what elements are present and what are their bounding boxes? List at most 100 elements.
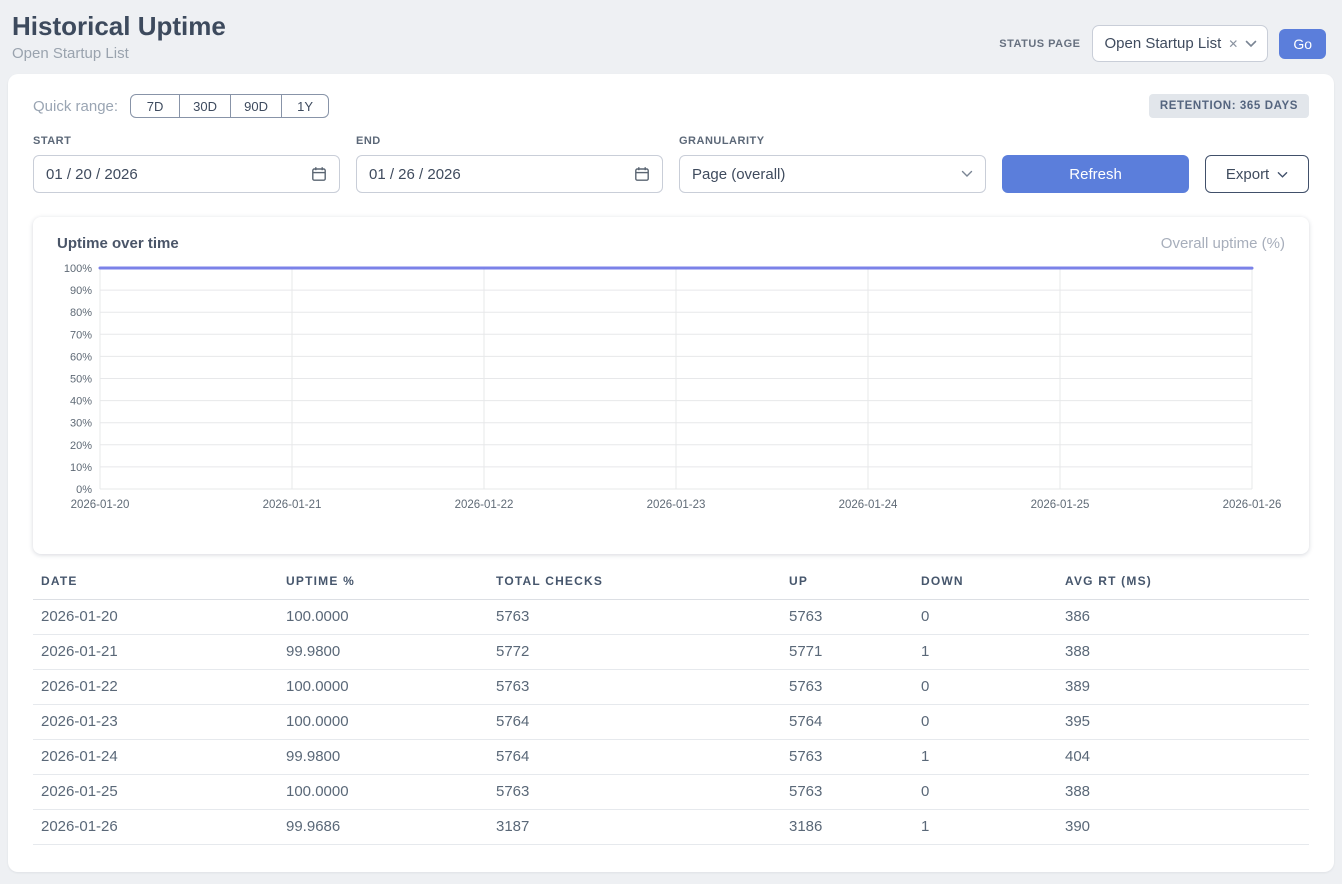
chevron-down-icon xyxy=(1277,166,1288,183)
column-header-date: DATE xyxy=(33,568,278,600)
table-cell: 2026-01-25 xyxy=(33,775,278,810)
uptime-table-body: 2026-01-20100.00005763576303862026-01-21… xyxy=(33,600,1309,845)
page-title: Historical Uptime xyxy=(12,11,226,42)
table-row: 2026-01-23100.0000576457640395 xyxy=(33,705,1309,740)
end-date-input[interactable]: 01 / 26 / 2026 xyxy=(356,155,663,193)
granularity-select[interactable]: Page (overall) xyxy=(679,155,986,193)
status-page-select[interactable]: Open Startup List ✕ xyxy=(1092,25,1269,62)
table-cell: 0 xyxy=(913,600,1057,635)
uptime-table: DATE UPTIME % TOTAL CHECKS UP DOWN AVG R… xyxy=(33,568,1309,845)
table-row: 2026-01-22100.0000576357630389 xyxy=(33,670,1309,705)
table-cell: 5772 xyxy=(488,635,781,670)
quick-range-1y-button[interactable]: 1Y xyxy=(281,94,329,118)
chart-title: Uptime over time xyxy=(57,235,179,252)
table-cell: 5764 xyxy=(488,705,781,740)
table-cell: 2026-01-21 xyxy=(33,635,278,670)
svg-text:10%: 10% xyxy=(70,462,92,474)
table-cell: 0 xyxy=(913,670,1057,705)
column-header-uptime: UPTIME % xyxy=(278,568,488,600)
chart-header: Uptime over time Overall uptime (%) xyxy=(45,235,1297,252)
table-row: 2026-01-20100.0000576357630386 xyxy=(33,600,1309,635)
table-cell: 100.0000 xyxy=(278,600,488,635)
table-cell: 5763 xyxy=(488,670,781,705)
title-block: Historical Uptime Open Startup List xyxy=(12,11,226,62)
chevron-down-icon xyxy=(1245,35,1257,53)
table-cell: 3187 xyxy=(488,810,781,845)
table-cell: 5763 xyxy=(488,600,781,635)
refresh-button[interactable]: Refresh xyxy=(1002,155,1189,193)
table-cell: 2026-01-24 xyxy=(33,740,278,775)
start-date-value: 01 / 20 / 2026 xyxy=(46,166,138,183)
table-row: 2026-01-2699.9686318731861390 xyxy=(33,810,1309,845)
svg-text:80%: 80% xyxy=(70,307,92,319)
main-card: Quick range: 7D 30D 90D 1Y RETENTION: 36… xyxy=(8,74,1334,872)
svg-text:90%: 90% xyxy=(70,285,92,297)
filters-row: START 01 / 20 / 2026 END 01 / 26 / 2026 … xyxy=(33,135,1309,193)
svg-text:20%: 20% xyxy=(70,440,92,452)
table-cell: 395 xyxy=(1057,705,1309,740)
quick-range-7d-button[interactable]: 7D xyxy=(130,94,180,118)
svg-text:100%: 100% xyxy=(64,263,92,275)
svg-text:40%: 40% xyxy=(70,396,92,408)
svg-text:2026-01-20: 2026-01-20 xyxy=(71,499,130,511)
svg-text:2026-01-23: 2026-01-23 xyxy=(647,499,706,511)
start-date-group: START 01 / 20 / 2026 xyxy=(33,135,340,193)
svg-text:50%: 50% xyxy=(70,374,92,386)
status-page-label: STATUS PAGE xyxy=(999,38,1080,50)
export-button[interactable]: Export xyxy=(1205,155,1309,193)
quick-range-30d-button[interactable]: 30D xyxy=(179,94,231,118)
calendar-icon[interactable] xyxy=(311,166,327,182)
table-cell: 390 xyxy=(1057,810,1309,845)
export-button-label: Export xyxy=(1226,166,1269,183)
table-cell: 5763 xyxy=(781,740,913,775)
table-cell: 5763 xyxy=(781,600,913,635)
table-cell: 404 xyxy=(1057,740,1309,775)
go-button[interactable]: Go xyxy=(1279,29,1326,59)
clear-selection-icon[interactable]: ✕ xyxy=(1228,38,1238,50)
header-controls: STATUS PAGE Open Startup List ✕ Go xyxy=(999,25,1326,62)
quick-range-row: Quick range: 7D 30D 90D 1Y RETENTION: 36… xyxy=(33,94,1309,118)
svg-text:2026-01-22: 2026-01-22 xyxy=(455,499,514,511)
retention-badge: RETENTION: 365 DAYS xyxy=(1149,94,1309,118)
table-header: DATE UPTIME % TOTAL CHECKS UP DOWN AVG R… xyxy=(33,568,1309,600)
svg-text:60%: 60% xyxy=(70,351,92,363)
table-cell: 5763 xyxy=(781,775,913,810)
table-cell: 3186 xyxy=(781,810,913,845)
granularity-value: Page (overall) xyxy=(692,166,785,183)
page-subtitle: Open Startup List xyxy=(12,45,226,62)
table-cell: 5764 xyxy=(781,705,913,740)
svg-text:2026-01-26: 2026-01-26 xyxy=(1223,499,1282,511)
quick-range-label: Quick range: xyxy=(33,98,118,115)
column-header-up: UP xyxy=(781,568,913,600)
column-header-down: DOWN xyxy=(913,568,1057,600)
table-cell: 1 xyxy=(913,740,1057,775)
granularity-group: GRANULARITY Page (overall) xyxy=(679,135,986,193)
uptime-chart-card: Uptime over time Overall uptime (%) 0% 10… xyxy=(33,217,1309,554)
table-cell: 5771 xyxy=(781,635,913,670)
table-cell: 1 xyxy=(913,810,1057,845)
svg-text:70%: 70% xyxy=(70,329,92,341)
column-header-total-checks: TOTAL CHECKS xyxy=(488,568,781,600)
start-date-input[interactable]: 01 / 20 / 2026 xyxy=(33,155,340,193)
table-cell: 100.0000 xyxy=(278,705,488,740)
table-cell: 2026-01-22 xyxy=(33,670,278,705)
quick-range-90d-button[interactable]: 90D xyxy=(230,94,282,118)
table-cell: 1 xyxy=(913,635,1057,670)
svg-text:0%: 0% xyxy=(76,484,92,496)
table-cell: 100.0000 xyxy=(278,775,488,810)
column-header-avg-rt: AVG RT (MS) xyxy=(1057,568,1309,600)
end-date-value: 01 / 26 / 2026 xyxy=(369,166,461,183)
chart-legend: Overall uptime (%) xyxy=(1161,235,1285,252)
table-row: 2026-01-25100.0000576357630388 xyxy=(33,775,1309,810)
table-cell: 100.0000 xyxy=(278,670,488,705)
page-header: Historical Uptime Open Startup List STAT… xyxy=(0,0,1342,74)
table-cell: 2026-01-23 xyxy=(33,705,278,740)
svg-text:2026-01-21: 2026-01-21 xyxy=(263,499,322,511)
table-cell: 5763 xyxy=(781,670,913,705)
table-cell: 388 xyxy=(1057,635,1309,670)
calendar-icon[interactable] xyxy=(634,166,650,182)
svg-text:30%: 30% xyxy=(70,418,92,430)
uptime-chart: 0% 10% 20% 30% 40% 50% 60% 70% 80% 90% 100% 2026-01… xyxy=(45,262,1285,516)
table-cell: 388 xyxy=(1057,775,1309,810)
table-cell: 99.9686 xyxy=(278,810,488,845)
